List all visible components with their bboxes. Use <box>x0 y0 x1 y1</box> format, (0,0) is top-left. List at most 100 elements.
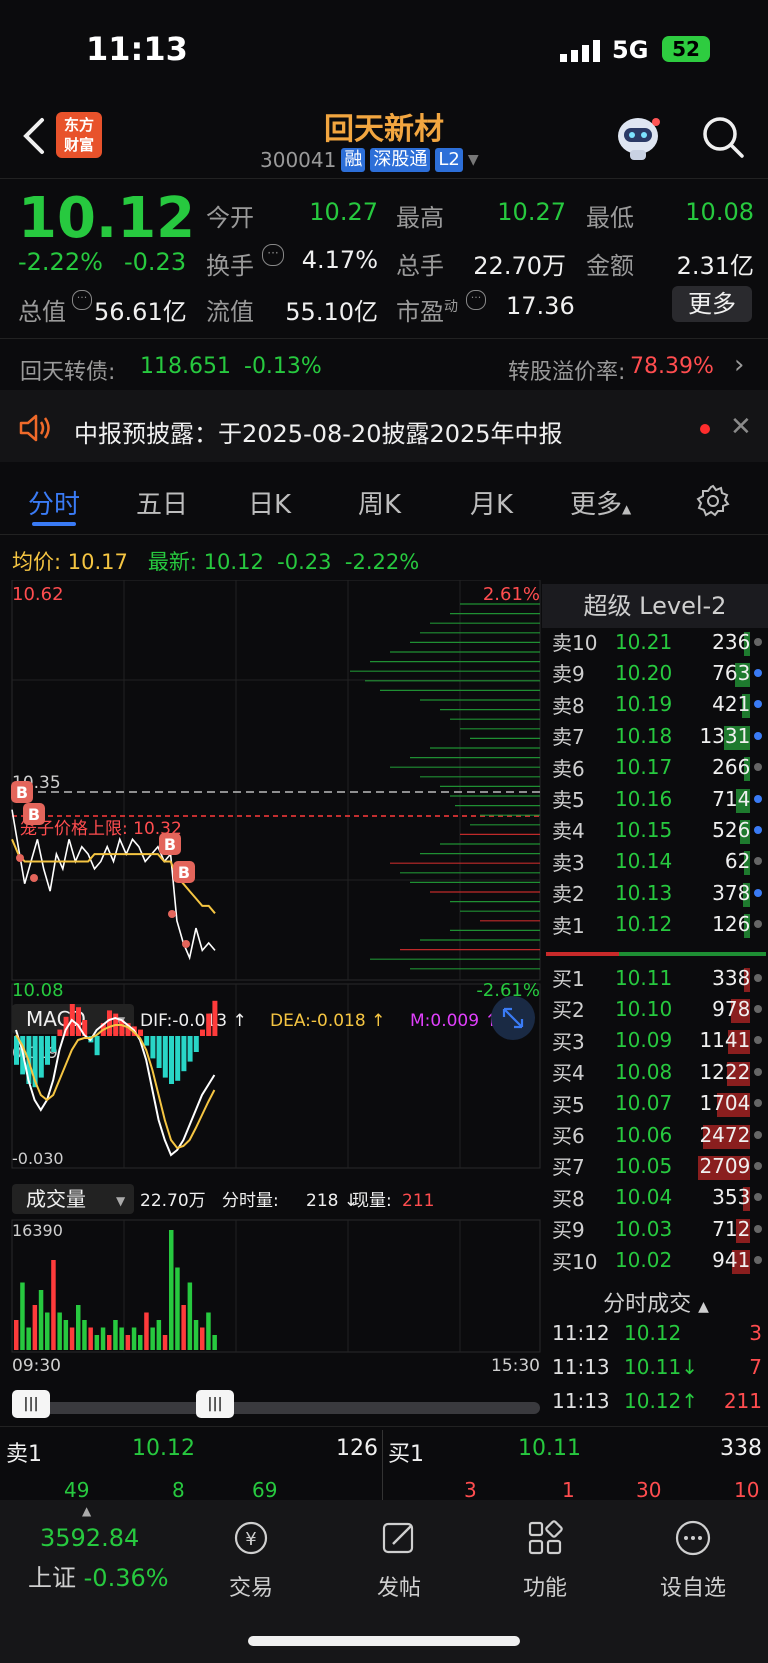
chevron-right-icon[interactable]: › <box>734 350 744 380</box>
bid-row[interactable]: 买3 10.09 1141 <box>552 1025 762 1056</box>
time-range-slider[interactable] <box>14 1402 540 1414</box>
tab-weekly-k[interactable]: 周K <box>358 484 401 521</box>
ob-dot-icon <box>754 1256 762 1265</box>
ask-row[interactable]: 卖8 10.19 421 <box>552 689 762 720</box>
bid-row[interactable]: 买5 10.07 1704 <box>552 1088 762 1119</box>
volume-bar <box>76 1305 81 1350</box>
ask-row[interactable]: 卖9 10.20 763 <box>552 657 762 688</box>
ob-price: 10.14 <box>614 849 673 874</box>
stock-code: 300041 <box>260 148 337 172</box>
ob-price: 10.20 <box>614 660 673 685</box>
ob-level-label: 买5 <box>552 1092 585 1117</box>
turnover-value: 4.17% <box>301 246 378 274</box>
bond-label[interactable]: 回天转债: <box>20 354 115 386</box>
bq-bid-vol: 338 <box>720 1436 762 1461</box>
nav-post[interactable]: 发帖 <box>354 1518 444 1602</box>
network-label: 5G <box>612 36 649 64</box>
index-value[interactable]: 3592.84 <box>40 1524 139 1552</box>
volume-bar <box>100 1327 106 1350</box>
info-icon[interactable]: ··· <box>72 290 92 310</box>
ob-volume: 763 <box>712 660 751 687</box>
macd-bottom-label: -0.030 <box>12 1149 64 1168</box>
index-name-pct[interactable]: 上证 -0.36% <box>28 1558 169 1593</box>
ask-row[interactable]: 卖1 10.12 126 <box>552 909 762 940</box>
intraday-chart[interactable]: 10.62 10.08 2.61% -2.61% 10.35 笼子价格上限: 1… <box>0 580 542 1380</box>
bid-row[interactable]: 买2 10.10 978 <box>552 993 762 1024</box>
home-indicator[interactable] <box>248 1636 520 1646</box>
ask-row[interactable]: 卖2 10.13 378 <box>552 877 762 908</box>
volume-bar <box>119 1327 124 1350</box>
ob-price: 10.16 <box>614 786 673 811</box>
ask-row[interactable]: 卖7 10.18 1331 <box>552 720 762 751</box>
tab-intraday[interactable]: 分时 <box>28 484 80 521</box>
ob-volume: 1222 <box>699 1059 751 1086</box>
ob-level-label: 卖10 <box>552 631 598 655</box>
volume-bar <box>138 1335 143 1350</box>
ob-price: 10.18 <box>614 723 673 748</box>
tab-monthly-k[interactable]: 月K <box>470 484 513 521</box>
bid-row[interactable]: 买9 10.03 712 <box>552 1213 762 1244</box>
bq-bid-label: 买1 <box>388 1442 424 1467</box>
volume-bar <box>88 1327 93 1350</box>
ob-dot-icon <box>754 700 762 709</box>
slider-handle-left[interactable]: ||| <box>12 1390 50 1418</box>
bid-row[interactable]: 买8 10.04 353 <box>552 1182 762 1213</box>
expand-up-icon[interactable]: ▲ <box>82 1504 91 1518</box>
tag-connect: 深股通 <box>370 148 431 172</box>
vol-total: 22.70万 <box>140 1191 206 1211</box>
robot-assistant-icon[interactable] <box>612 112 664 162</box>
vol-minute-label: 分时量: <box>222 1191 279 1211</box>
ob-price: 10.21 <box>614 629 673 654</box>
dropdown-icon[interactable]: ▼ <box>468 152 479 168</box>
tab-5day[interactable]: 五日 <box>136 484 188 521</box>
ask-row[interactable]: 卖5 10.16 714 <box>552 783 762 814</box>
slider-handle-right[interactable]: ||| <box>196 1390 234 1418</box>
gear-icon[interactable] <box>696 484 730 518</box>
time-start: 09:30 <box>12 1356 61 1376</box>
ob-level-label: 卖4 <box>552 819 585 844</box>
ob-price: 10.15 <box>614 817 673 842</box>
pe-value: 17.36 <box>506 292 575 320</box>
ob-price: 10.06 <box>614 1122 673 1147</box>
macd-bar <box>187 1036 193 1062</box>
ob-dot-icon <box>754 1224 762 1233</box>
ob-dot-icon <box>754 1193 762 1202</box>
open-label: 今开 <box>206 204 254 232</box>
ob-dot-icon <box>754 973 762 982</box>
ob-price: 10.04 <box>614 1185 673 1210</box>
tab-more[interactable]: 更多▲ <box>570 484 631 521</box>
ask-row[interactable]: 卖4 10.15 526 <box>552 814 762 845</box>
ask-row[interactable]: 卖10 10.21 236 <box>552 626 762 657</box>
tab-daily-k[interactable]: 日K <box>248 484 291 521</box>
ob-level-label: 卖3 <box>552 850 585 875</box>
bid-row[interactable]: 买4 10.08 1222 <box>552 1056 762 1087</box>
volume-value: 22.70万 <box>473 252 566 280</box>
volume-label: 成交量 <box>26 1187 86 1211</box>
ob-level-label: 卖1 <box>552 913 585 938</box>
bid-row[interactable]: 买7 10.05 2709 <box>552 1150 762 1181</box>
ask-row[interactable]: 卖3 10.14 62 <box>552 846 762 877</box>
bq-bid-small-4: 10 <box>734 1478 760 1502</box>
macd-bar <box>162 1036 168 1078</box>
volume-bar <box>26 1327 31 1350</box>
ob-dot-icon <box>754 1067 762 1076</box>
search-icon[interactable] <box>700 114 746 160</box>
level2-title[interactable]: 超级 Level-2 <box>542 584 768 628</box>
bid-row[interactable]: 买10 10.02 941 <box>552 1245 762 1276</box>
ob-price: 10.17 <box>614 755 673 780</box>
grid-icon <box>528 1520 563 1555</box>
bond-value: 118.651 <box>140 354 231 379</box>
nav-trade[interactable]: ¥ 交易 <box>206 1518 296 1602</box>
close-icon[interactable]: ✕ <box>730 412 752 442</box>
more-button[interactable]: 更多 <box>672 286 752 322</box>
bid-row[interactable]: 买6 10.06 2472 <box>552 1119 762 1150</box>
nav-functions[interactable]: 功能 <box>500 1518 590 1602</box>
ob-volume: 353 <box>712 1185 751 1212</box>
ob-dot-icon <box>754 888 762 897</box>
bid-row[interactable]: 买1 10.11 338 <box>552 962 762 993</box>
ask-row[interactable]: 卖6 10.17 266 <box>552 752 762 783</box>
trades-title[interactable]: 分时成交 ▲ <box>544 1286 768 1318</box>
nav-watchlist[interactable]: 设自选 <box>648 1518 738 1602</box>
info-icon[interactable]: ··· <box>466 290 486 310</box>
ob-level-label: 卖6 <box>552 756 585 781</box>
